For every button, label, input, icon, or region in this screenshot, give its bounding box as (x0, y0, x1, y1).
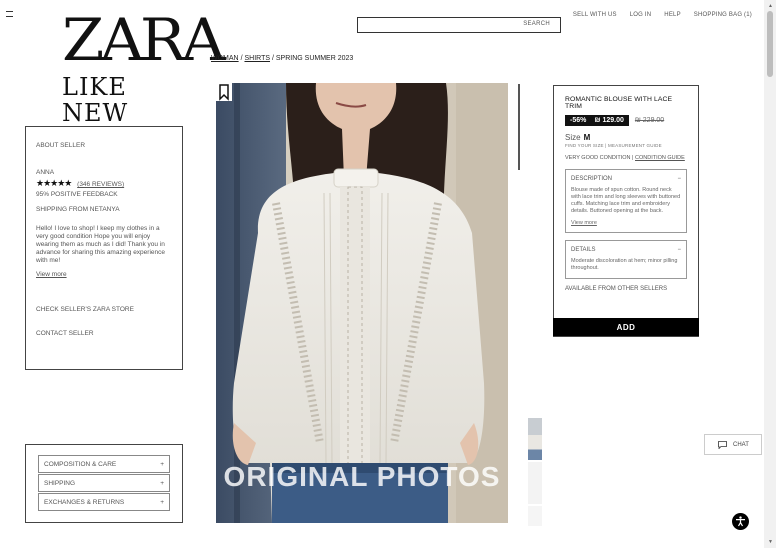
zara-like-new-logo[interactable]: ZARA LIKE NEW (62, 11, 226, 127)
search-input[interactable]: SEARCH (357, 17, 561, 33)
size-guide-links[interactable]: FIND YOUR SIZE | MEASUREMENT GUIDE (565, 143, 687, 148)
scrollbar-thumb[interactable] (767, 11, 773, 77)
shopping-bag-link[interactable]: SHOPPING BAG (1) (694, 12, 752, 18)
minus-icon: − (677, 176, 681, 182)
breadcrumb-separator: / (240, 55, 243, 62)
thumbnail-3[interactable] (528, 506, 542, 526)
hamburger-menu-icon[interactable] (6, 11, 13, 21)
search-label: SEARCH (523, 21, 550, 27)
check-seller-store-link[interactable]: CHECK SELLER'S ZARA STORE (36, 306, 172, 313)
accordion-label: EXCHANGES & RETURNS (44, 498, 125, 506)
accessibility-icon (736, 516, 745, 527)
seller-name: ANNA (36, 169, 55, 176)
seller-info-panel: ABOUT SELLER ANNA ★★★★★ (346 REVIEWS) 95… (25, 126, 183, 370)
exchanges-returns-toggle[interactable]: EXCHANGES & RETURNS + (38, 493, 170, 511)
condition-row: VERY GOOD CONDITION | CONDITION GUIDE (565, 155, 685, 161)
product-photo-illustration (216, 83, 508, 523)
accessibility-button[interactable] (732, 513, 749, 530)
photo-thumbnails (528, 418, 542, 528)
minus-icon: − (677, 247, 681, 253)
condition-text: VERY GOOD CONDITION (565, 155, 631, 161)
details-title: DETAILS (571, 247, 596, 253)
add-to-bag-button[interactable]: ADD (553, 318, 699, 336)
chat-bubble-icon (718, 440, 727, 449)
shipping-toggle[interactable]: SHIPPING + (38, 474, 170, 492)
breadcrumb-woman[interactable]: WOMAN (211, 55, 239, 62)
logo-like-new-text: LIKE NEW (62, 73, 129, 127)
scroll-up-arrow-icon[interactable]: ▲ (768, 3, 773, 9)
plus-icon: + (160, 498, 164, 506)
price-badge: -56% ₪ 129.00 (565, 115, 629, 126)
details-header[interactable]: DETAILS − (571, 247, 681, 253)
log-in-link[interactable]: LOG IN (630, 12, 652, 18)
size-value: M (583, 133, 591, 142)
description-header[interactable]: DESCRIPTION − (571, 176, 681, 182)
help-link[interactable]: HELP (664, 12, 680, 18)
size-label: Size (565, 133, 581, 142)
about-seller-heading: ABOUT SELLER (36, 142, 86, 149)
accordion-label: SHIPPING (44, 479, 76, 487)
page-scrollbar[interactable]: ▲ ▼ (764, 0, 776, 548)
composition-care-toggle[interactable]: COMPOSITION & CARE + (38, 455, 170, 473)
details-card: DETAILS − Moderate discoloration at hem;… (565, 240, 687, 279)
thumbnail-1[interactable] (528, 418, 542, 460)
chat-button[interactable]: CHAT (704, 434, 762, 455)
size-row: Size M (565, 133, 687, 142)
plus-icon: + (160, 479, 164, 487)
seller-bio: Hello! I love to shop! I keep my clothes… (36, 225, 165, 264)
original-price: ₪ 229.00 (634, 117, 665, 124)
other-sellers-link[interactable]: AVAILABLE FROM OTHER SELLERS (565, 286, 687, 292)
rating-stars-icon: ★★★★★ (36, 178, 72, 188)
breadcrumb-season: SPRING SUMMER 2023 (275, 55, 354, 62)
seller-shipping-from: SHIPPING FROM NETANYA (36, 206, 120, 213)
top-navigation: SELL WITH US LOG IN HELP SHOPPING BAG (1… (573, 12, 752, 18)
product-info-panel: ROMANTIC BLOUSE WITH LACE TRIM -56% ₪ 12… (553, 85, 699, 337)
sell-with-us-link[interactable]: SELL WITH US (573, 12, 617, 18)
description-card: DESCRIPTION − Blouse made of spun cotton… (565, 169, 687, 233)
plus-icon: + (160, 460, 164, 468)
discount-percent: -56% (570, 117, 587, 124)
gallery-scroll-indicator (518, 84, 520, 170)
original-photos-overlay: ORIGINAL PHOTOS (223, 461, 501, 492)
current-price: ₪ 129.00 (594, 117, 624, 124)
scroll-down-arrow-icon[interactable]: ▼ (768, 539, 773, 545)
price-row: -56% ₪ 129.00 ₪ 229.00 (565, 115, 687, 126)
seller-feedback: 95% POSITIVE FEEDBACK (36, 191, 118, 198)
description-text: Blouse made of spun cotton. Round neck w… (571, 187, 681, 214)
logo-zara-text: ZARA (62, 6, 226, 74)
contact-seller-link[interactable]: CONTACT SELLER (36, 330, 172, 337)
seller-reviews-link[interactable]: (346 REVIEWS) (77, 181, 124, 188)
breadcrumb-shirts[interactable]: SHIRTS (244, 55, 270, 62)
bookmark-icon[interactable] (216, 83, 232, 101)
seller-rating-row: ★★★★★ (346 REVIEWS) (36, 178, 172, 189)
accordion-label: COMPOSITION & CARE (44, 460, 117, 468)
chat-label: CHAT (733, 441, 749, 448)
description-view-more-link[interactable]: View more (571, 220, 597, 226)
details-text: Moderate discoloration at hem; minor pil… (571, 258, 678, 271)
breadcrumb-separator: / (271, 55, 274, 62)
thumbnail-2[interactable] (528, 462, 542, 504)
info-accordion: COMPOSITION & CARE + SHIPPING + EXCHANGE… (25, 444, 183, 523)
condition-guide-link[interactable]: CONDITION GUIDE (635, 155, 685, 161)
description-title: DESCRIPTION (571, 176, 613, 182)
product-name: ROMANTIC BLOUSE WITH LACE TRIM (565, 96, 673, 110)
breadcrumb: WOMAN / SHIRTS / SPRING SUMMER 2023 (211, 55, 353, 62)
product-main-photo[interactable]: ORIGINAL PHOTOS (216, 83, 508, 523)
seller-view-more-link[interactable]: View more (36, 271, 67, 278)
